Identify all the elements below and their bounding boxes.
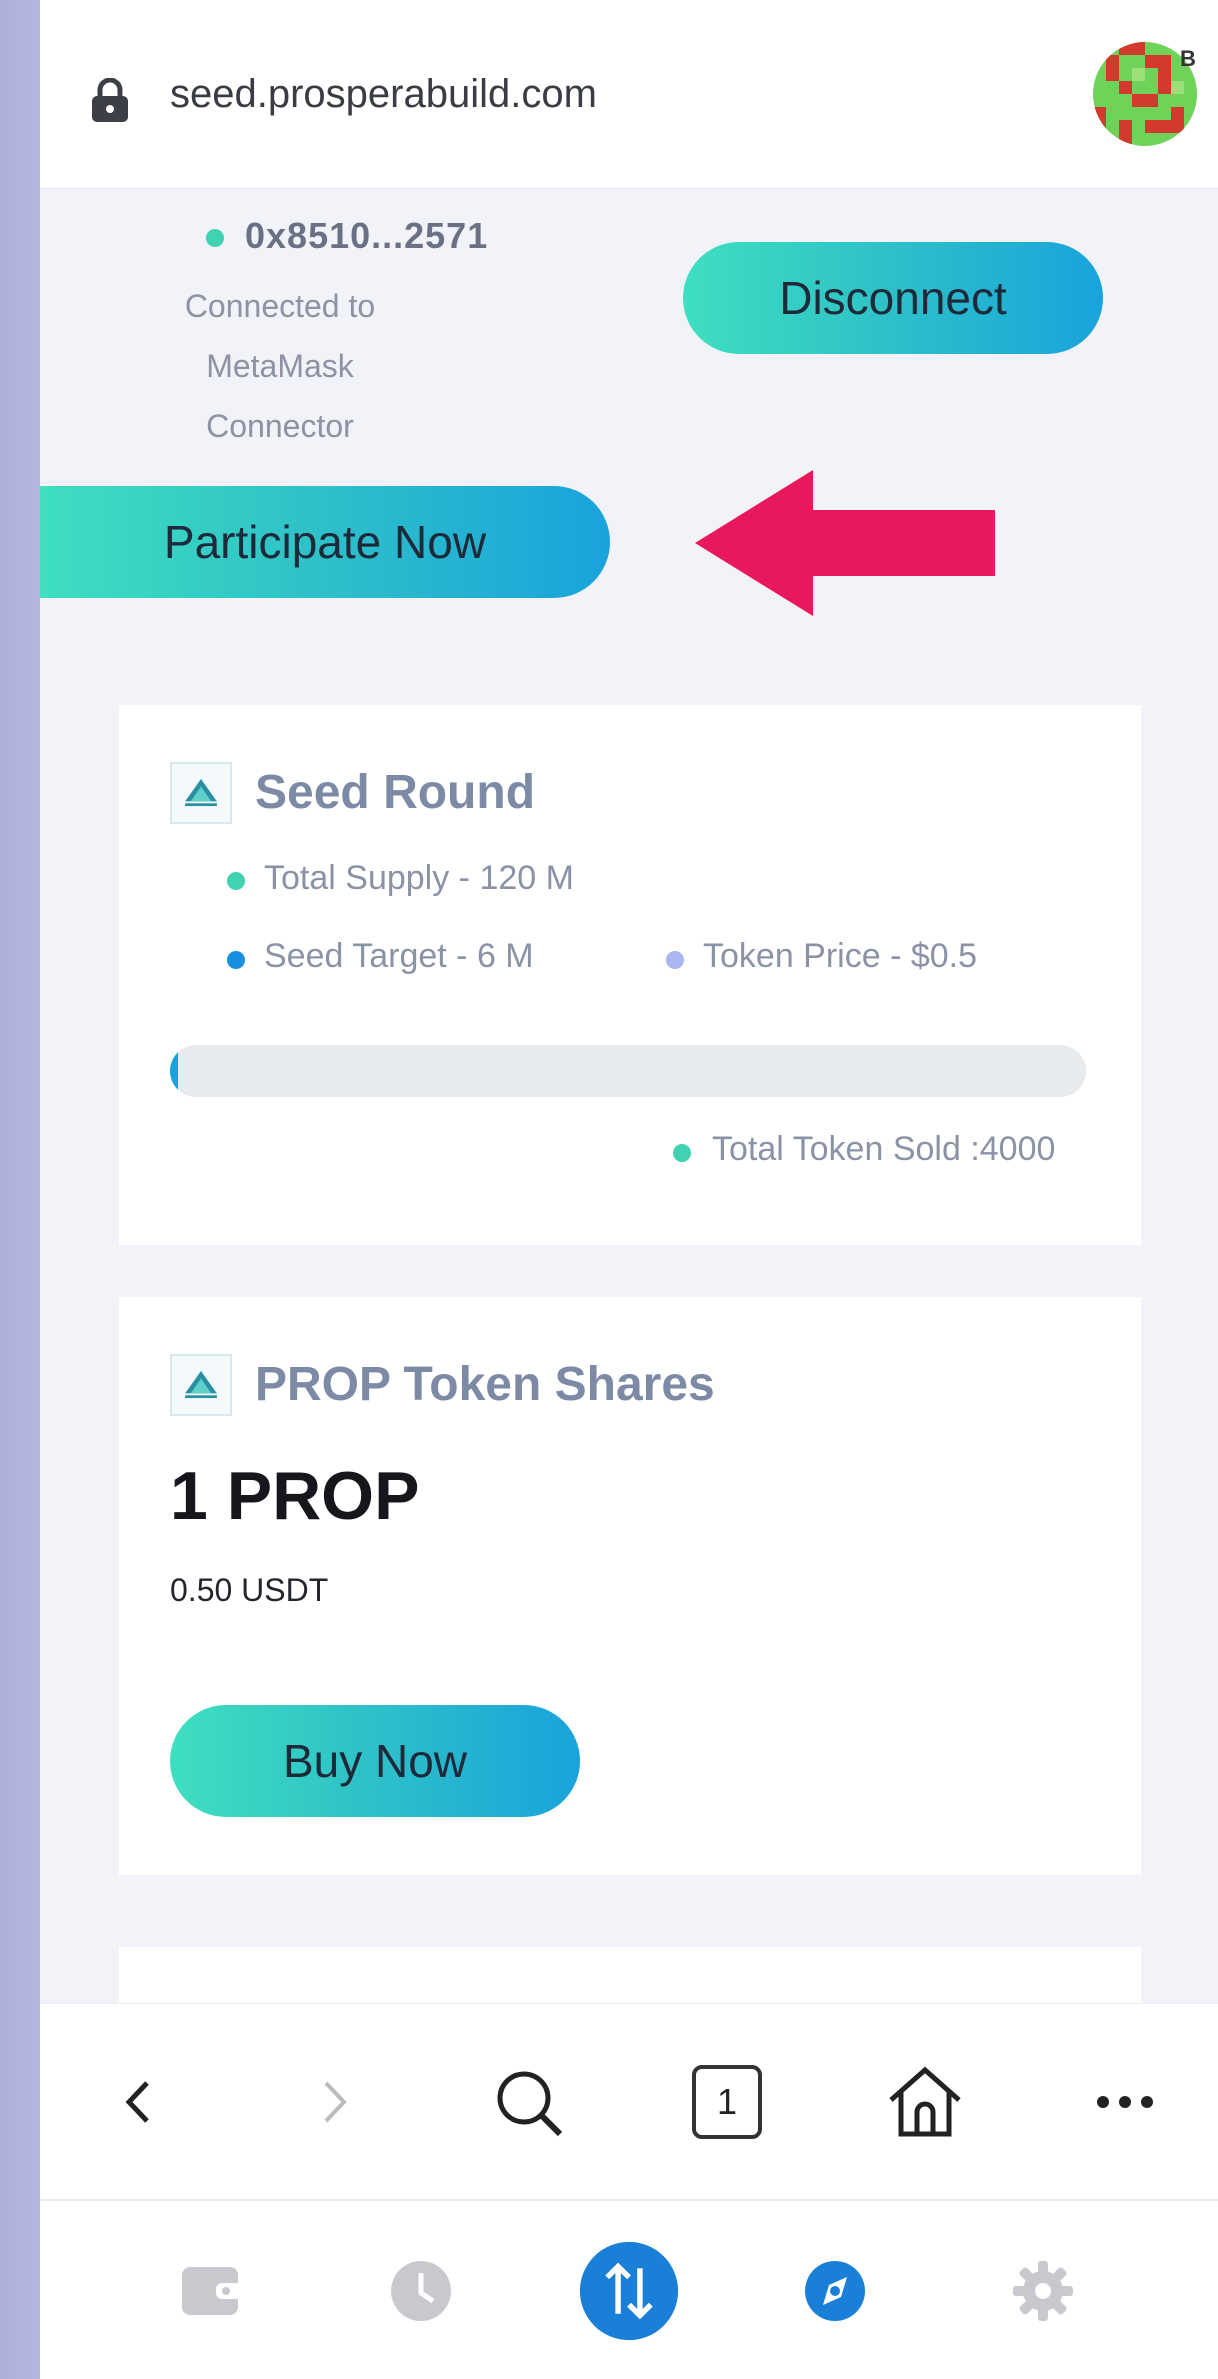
clock-icon [391, 2261, 451, 2321]
connection-status: Connected to MetaMask Connector [120, 276, 440, 456]
total-sold-dot [673, 1144, 691, 1162]
token-price: Token Price - $0.5 [703, 937, 978, 975]
forward-button[interactable] [285, 2052, 385, 2152]
sale-progress-bar [170, 1045, 1086, 1097]
disconnect-button[interactable]: Disconnect [683, 242, 1103, 354]
account-badge: B [1180, 46, 1196, 71]
browser-address-bar[interactable]: seed.prosperabuild.com B [40, 0, 1218, 189]
home-icon [889, 2066, 961, 2137]
tab-count: 1 [716, 2081, 738, 2122]
prosper-logo-icon [170, 762, 232, 824]
total-token-sold: Total Token Sold :4000 [712, 1130, 1056, 1168]
arrow-left-icon [695, 470, 995, 616]
phone-screen: seed.prosperabuild.com B 0x8510...2571 C… [40, 0, 1218, 2379]
chevron-left-icon [125, 2081, 149, 2123]
seed-target: Seed Target - 6 M [264, 937, 534, 975]
search-button[interactable] [478, 2052, 578, 2152]
tabs-button[interactable]: 1 [677, 2052, 777, 2152]
swap-icon [579, 2241, 679, 2341]
prosper-logo-icon [170, 1354, 232, 1416]
app-tab-bar [40, 2199, 1218, 2379]
total-supply: Total Supply - 120 M [264, 859, 574, 897]
prop-shares-title: PROP Token Shares [255, 1358, 715, 1411]
connected-status-dot [206, 229, 224, 247]
tab-browser[interactable] [785, 2241, 885, 2341]
prop-price: 0.50 USDT [170, 1572, 329, 1608]
tab-wallet[interactable] [162, 2241, 262, 2341]
browser-nav-bar: 1 [40, 2003, 1218, 2200]
tab-settings[interactable] [993, 2241, 1093, 2341]
gear-icon [1013, 2261, 1073, 2321]
lock-icon [92, 78, 128, 122]
seed-target-dot [227, 951, 245, 969]
tab-swap[interactable] [579, 2241, 679, 2341]
more-button[interactable] [1075, 2052, 1175, 2152]
wallet-icon [182, 2267, 242, 2315]
buy-now-button[interactable]: Buy Now [170, 1705, 580, 1817]
url-text[interactable]: seed.prosperabuild.com [170, 72, 597, 117]
home-button[interactable] [875, 2052, 975, 2152]
participate-now-button[interactable]: Participate Now [40, 486, 610, 598]
back-button[interactable] [88, 2052, 188, 2152]
chevron-right-icon [324, 2081, 347, 2123]
prop-amount: 1 PROP [170, 1458, 420, 1534]
token-price-dot [666, 951, 684, 969]
compass-icon [805, 2261, 865, 2321]
seed-round-card: Seed Round Total Supply - 120 M Seed Tar… [119, 705, 1141, 1245]
search-icon [497, 2071, 563, 2137]
total-supply-dot [227, 872, 245, 890]
sale-progress-fill [170, 1045, 178, 1097]
tab-history[interactable] [371, 2241, 471, 2341]
tabs-icon: 1 [692, 2065, 762, 2139]
connection-status-line1: Connected to MetaMask [184, 288, 376, 384]
wallet-address: 0x8510...2571 [245, 215, 489, 256]
more-icon [1097, 2096, 1153, 2108]
seed-round-title: Seed Round [255, 766, 536, 819]
connection-status-line2: Connector [206, 408, 354, 444]
prop-token-shares-card: PROP Token Shares 1 PROP 0.50 USDT Buy N… [119, 1297, 1141, 1875]
